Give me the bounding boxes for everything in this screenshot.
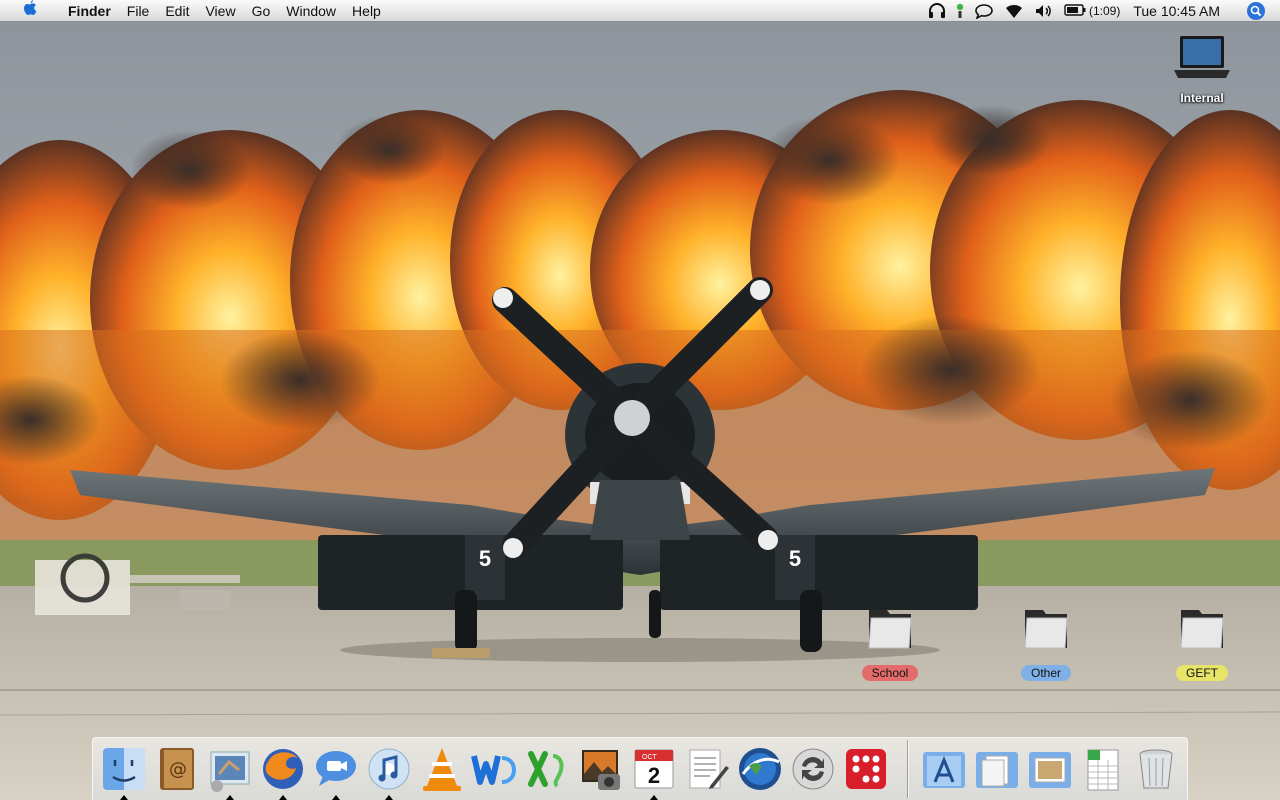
spotlight-icon[interactable] [1232,0,1280,22]
battery-time: (1:09) [1088,3,1121,18]
dice-app-icon [846,749,886,789]
menu-bar: Finder File Edit View Go Window Help (1:… [0,0,1280,22]
folder-icon [1019,604,1073,659]
dock-applications-stack[interactable] [919,744,969,794]
folder-label: Other [1020,665,1071,681]
dock-documents-stack[interactable] [972,744,1022,794]
dock-address-book[interactable]: @ [152,744,202,794]
menu-edit[interactable]: Edit [157,0,197,22]
documents-stack-icon [976,752,1018,788]
folder-geft[interactable]: GEFT [1154,604,1250,681]
internal-drive[interactable]: Internal [1154,32,1250,105]
menu-file[interactable]: File [119,0,158,22]
pictures-stack-icon [1029,752,1071,788]
iphoto-icon [582,750,620,790]
running-indicator [332,795,340,800]
speech-bubble-icon[interactable] [969,0,999,22]
dock-vlc[interactable] [417,744,467,794]
excel-icon [528,751,564,788]
svg-text:5: 5 [789,546,801,571]
applications-stack-icon [923,752,965,788]
menu-view[interactable]: View [197,0,243,22]
menu-go[interactable]: Go [244,0,279,22]
ical-day: 2 [648,763,660,788]
word-icon [471,755,517,785]
ical-icon: OCT 2 [634,749,674,789]
ical-month: OCT [642,754,658,761]
running-indicator [120,795,128,800]
dock-mail[interactable] [205,744,255,800]
address-book-icon: @ [160,748,194,790]
running-indicator [650,795,658,800]
itunes-icon [368,748,410,790]
menu-help[interactable]: Help [344,0,389,22]
vlc-icon [423,748,461,791]
apple-logo-icon [22,0,38,23]
dock-word[interactable] [470,744,520,794]
dock-sync[interactable] [788,744,838,794]
dock-trash[interactable] [1131,744,1181,794]
svg-text:@: @ [169,759,187,780]
dock-iphoto[interactable] [576,744,626,794]
ichat-icon [316,751,356,786]
folder-label: School [861,665,919,681]
menu-window[interactable]: Window [278,0,344,22]
google-earth-icon [739,748,781,790]
status-area: (1:09) Tue 10:45 AM [923,0,1280,22]
running-indicator [226,795,234,800]
dock-pictures-stack[interactable] [1025,744,1075,794]
dock-separator [907,740,908,798]
folder-label: GEFT [1176,665,1228,681]
volume-icon[interactable] [1029,0,1059,22]
dock-excel[interactable] [523,744,573,794]
dock-google-earth[interactable] [735,744,785,794]
running-indicator [279,795,287,800]
mail-icon [210,751,250,792]
trash-icon [1139,749,1173,789]
menubar-clock[interactable]: Tue 10:45 AM [1125,0,1232,22]
dock-dice-app[interactable] [841,744,891,794]
textedit-icon [689,749,729,789]
folder-school[interactable]: School [842,604,938,681]
wifi-icon[interactable] [999,0,1029,22]
finder-icon [103,748,145,790]
menu-finder[interactable]: Finder [60,0,119,22]
sync-icon [792,748,834,790]
folder-icon [1175,604,1229,659]
dock-spreadsheet[interactable] [1078,744,1128,794]
svg-text:5: 5 [479,546,491,571]
folder-other[interactable]: Other [998,604,1094,681]
dock: @ OCT 2 [92,737,1188,800]
dock-firefox[interactable] [258,744,308,800]
spreadsheet-icon [1087,749,1119,791]
battery-icon [1064,3,1086,19]
running-indicator [385,795,393,800]
laptop-icon [1174,32,1230,89]
dock-textedit[interactable] [682,744,732,794]
firefox-icon [263,749,303,789]
desktop-wallpaper: 5 5 [0,22,1280,800]
battery-status[interactable]: (1:09) [1059,0,1125,22]
dock-itunes[interactable] [364,744,414,800]
folder-icon [863,604,917,659]
apple-menu[interactable] [0,0,60,23]
dock-finder[interactable] [99,744,149,800]
dock-ical[interactable]: OCT 2 [629,744,679,800]
drive-label: Internal [1180,91,1224,105]
dock-ichat[interactable] [311,744,361,800]
headphones-icon[interactable] [923,0,951,22]
ichat-status-icon[interactable] [951,0,969,22]
